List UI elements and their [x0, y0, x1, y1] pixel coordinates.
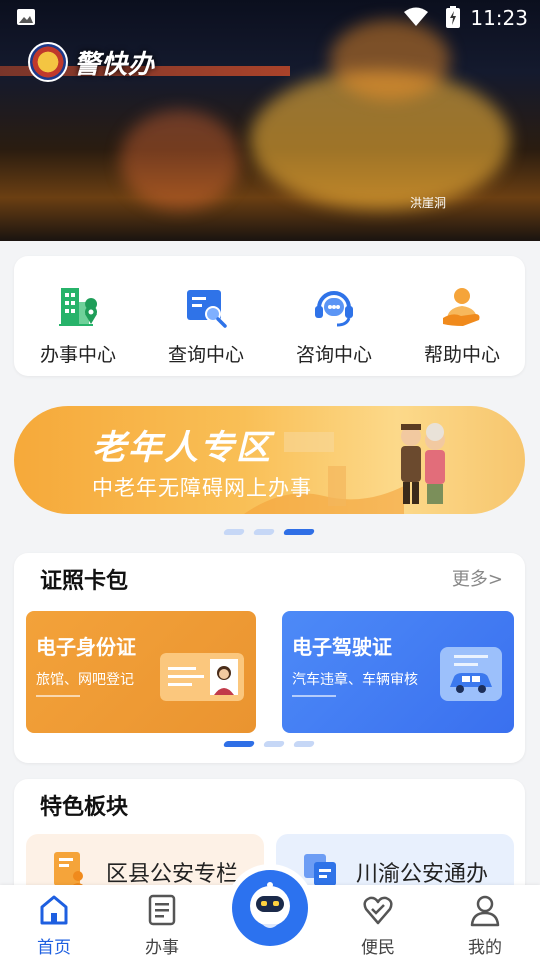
quick-actions-card: 办事中心 查询中心 咨询中心 帮助中心 — [14, 256, 525, 376]
tab-convenience[interactable]: 便民 — [338, 893, 418, 958]
pagination-dot[interactable] — [292, 741, 316, 747]
home-icon — [40, 895, 68, 925]
heart-icon — [363, 896, 393, 925]
helping-hand-icon — [443, 288, 480, 326]
robot-icon — [250, 882, 290, 928]
tab-label: 我的 — [468, 938, 502, 958]
hero-caption: 洪崖洞 — [410, 196, 447, 210]
list-document-icon — [148, 894, 176, 926]
pagination-dot[interactable] — [222, 529, 246, 535]
road-lights — [120, 110, 240, 210]
certificate-wallet-card: 证照卡包 更多> 电子身份证 旅馆、网吧登记 电子驾驶证 汽车违章、车辆审核 — [14, 553, 525, 763]
status-bar: 11:23 — [0, 0, 540, 36]
elderly-couple-illustration — [401, 423, 445, 504]
tab-label: 便民 — [361, 938, 395, 958]
pagination-dot[interactable] — [252, 529, 276, 535]
more-link[interactable]: 更多> — [452, 565, 503, 591]
hero-banner[interactable]: 11:23 警快办 洪崖洞 — [0, 0, 540, 241]
id-card-title: 电子身份证 — [36, 635, 136, 659]
brand-logo: 警快办 — [28, 40, 155, 84]
quick-item-label: 咨询中心 — [295, 344, 372, 366]
featured-title: 特色板块 — [40, 795, 129, 820]
divider — [36, 695, 80, 697]
wallet-title: 证照卡包 — [40, 569, 129, 594]
brand-name: 警快办 — [74, 49, 156, 80]
pagination-dot[interactable] — [262, 741, 286, 747]
copy-icon — [304, 854, 336, 886]
status-time: 11:23 — [470, 6, 528, 30]
electronic-id-card[interactable]: 电子身份证 旅馆、网吧登记 — [26, 611, 256, 733]
quick-item-consult[interactable]: 咨询中心 — [270, 284, 398, 367]
quick-item-query[interactable]: 查询中心 — [142, 284, 270, 367]
divider — [292, 695, 336, 697]
pagination-dot-active[interactable] — [222, 741, 256, 747]
tab-label: 首页 — [37, 938, 71, 958]
battery-charging-icon — [446, 6, 460, 28]
tab-affairs[interactable]: 办事 — [122, 893, 202, 958]
police-badge-icon — [28, 42, 68, 82]
elder-zone-banner[interactable]: 老年人专区 中老年无障碍网上办事 — [14, 406, 525, 514]
pagination-dot-active[interactable] — [282, 529, 316, 535]
quick-item-affairs[interactable]: 办事中心 — [14, 284, 142, 367]
elder-banner-title: 老年人专区 — [92, 428, 272, 468]
id-card-desc: 旅馆、网吧登记 — [36, 672, 134, 688]
banner-pagination — [222, 529, 316, 535]
assistant-robot-button[interactable] — [232, 870, 308, 946]
tab-mine[interactable]: 我的 — [445, 893, 525, 958]
tab-home[interactable]: 首页 — [14, 893, 94, 958]
wallet-pagination — [222, 741, 316, 747]
electronic-driving-license[interactable]: 电子驾驶证 汽车违章、车辆审核 — [282, 611, 514, 733]
license-title: 电子驾驶证 — [292, 635, 392, 659]
car-icon — [440, 647, 502, 701]
tile-label: 区县公安专栏 — [106, 862, 239, 887]
quick-item-label: 办事中心 — [39, 344, 116, 366]
quick-item-label: 查询中心 — [167, 344, 244, 366]
quick-item-label: 帮助中心 — [423, 344, 500, 366]
building-location-icon — [59, 288, 98, 326]
wifi-icon — [404, 7, 428, 26]
person-icon — [470, 895, 500, 927]
id-card-icon — [160, 653, 244, 701]
tile-label: 川渝公安通办 — [356, 862, 489, 887]
elder-banner-subtitle: 中老年无障碍网上办事 — [92, 476, 312, 500]
quick-item-help[interactable]: 帮助中心 — [398, 284, 526, 367]
document-person-icon — [54, 852, 86, 888]
search-document-icon — [187, 290, 227, 328]
gallery-icon — [17, 9, 35, 25]
tab-label: 办事 — [145, 938, 179, 958]
headset-icon — [315, 291, 353, 327]
license-desc: 汽车违章、车辆审核 — [292, 672, 418, 688]
